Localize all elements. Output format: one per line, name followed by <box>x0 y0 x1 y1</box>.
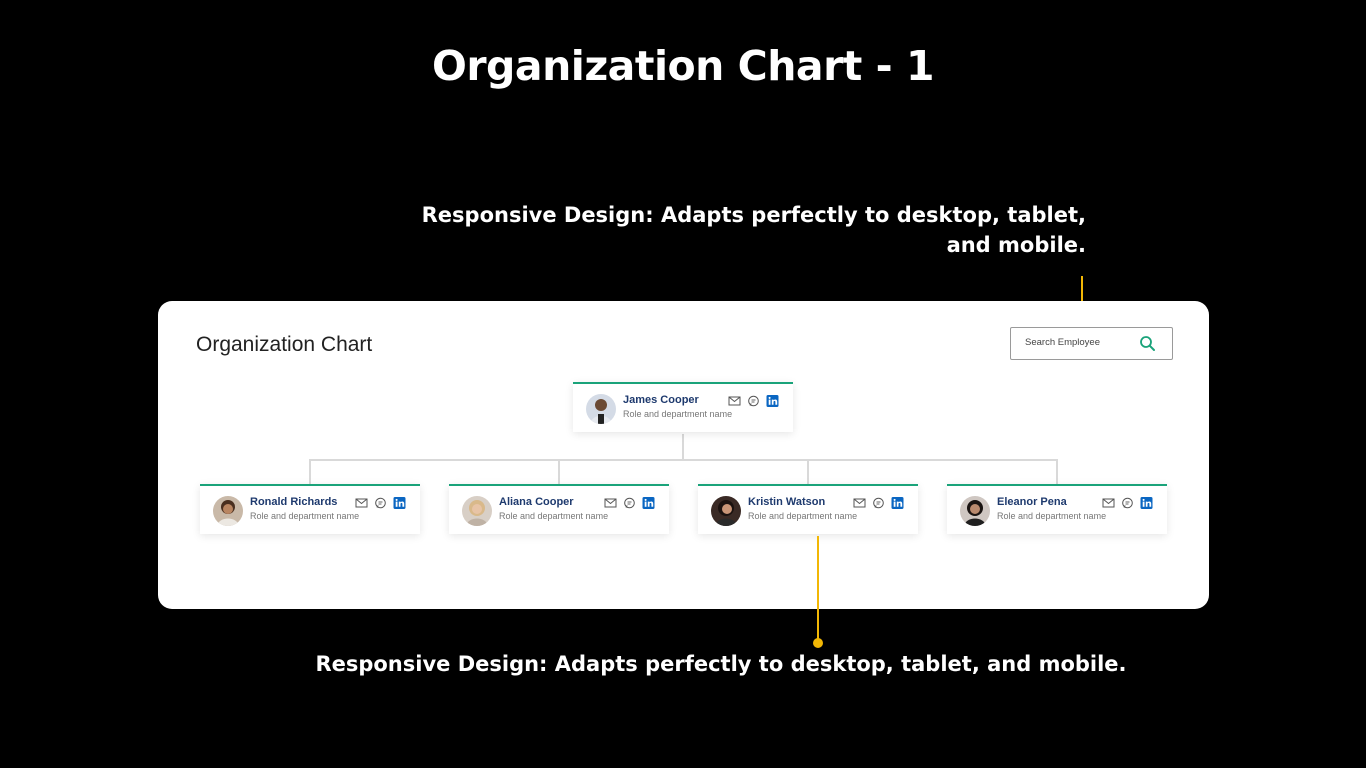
employee-card[interactable]: Kristin Watson Role and department name <box>698 484 918 534</box>
linkedin-icon[interactable] <box>642 496 655 509</box>
employee-card[interactable]: Aliana Cooper Role and department name <box>449 484 669 534</box>
connector-horizontal <box>309 459 1058 461</box>
contact-icons <box>355 496 406 509</box>
connector-report-4 <box>1056 459 1058 485</box>
linkedin-icon[interactable] <box>1140 496 1153 509</box>
avatar <box>711 496 741 526</box>
chat-icon[interactable] <box>1121 496 1134 509</box>
employee-name[interactable]: Eleanor Pena <box>997 496 1067 508</box>
mail-icon[interactable] <box>355 496 368 508</box>
chat-icon[interactable] <box>872 496 885 509</box>
avatar <box>960 496 990 526</box>
contact-icons <box>1102 496 1153 509</box>
contact-icons <box>728 394 779 407</box>
mail-icon[interactable] <box>728 394 741 406</box>
employee-name[interactable]: James Cooper <box>623 394 699 406</box>
mail-icon[interactable] <box>604 496 617 508</box>
linkedin-icon[interactable] <box>393 496 406 509</box>
employee-card-root[interactable]: James Cooper Role and department name <box>573 382 793 432</box>
connector-report-3 <box>807 459 809 485</box>
chat-icon[interactable] <box>374 496 387 509</box>
chat-icon[interactable] <box>747 394 760 407</box>
callout-top: Responsive Design: Adapts perfectly to d… <box>421 203 1086 257</box>
search-box <box>1010 327 1173 360</box>
callout-bottom: Responsive Design: Adapts perfectly to d… <box>315 652 1127 676</box>
chat-icon[interactable] <box>623 496 636 509</box>
avatar <box>213 496 243 526</box>
connector-root-down <box>682 434 684 460</box>
contact-icons <box>604 496 655 509</box>
callout-bottom-leader <box>817 536 819 640</box>
callout-bottom-dot <box>813 638 823 648</box>
mail-icon[interactable] <box>853 496 866 508</box>
panel-title: Organization Chart <box>196 333 373 356</box>
employee-card[interactable]: Ronald Richards Role and department name <box>200 484 420 534</box>
employee-name[interactable]: Aliana Cooper <box>499 496 574 508</box>
linkedin-icon[interactable] <box>891 496 904 509</box>
avatar <box>586 394 616 424</box>
employee-role: Role and department name <box>499 511 609 521</box>
employee-card[interactable]: Eleanor Pena Role and department name <box>947 484 1167 534</box>
employee-role: Role and department name <box>997 511 1107 521</box>
contact-icons <box>853 496 904 509</box>
org-chart-panel: Organization Chart James Cooper Role and… <box>158 301 1209 609</box>
slide-title: Organization Chart - 1 <box>431 42 935 90</box>
linkedin-icon[interactable] <box>766 394 779 407</box>
employee-role: Role and department name <box>748 511 858 521</box>
mail-icon[interactable] <box>1102 496 1115 508</box>
avatar <box>462 496 492 526</box>
connector-report-1 <box>309 459 311 485</box>
employee-role: Role and department name <box>623 409 733 419</box>
employee-name[interactable]: Ronald Richards <box>250 496 337 508</box>
connector-report-2 <box>558 459 560 485</box>
search-icon[interactable] <box>1137 334 1159 354</box>
search-input[interactable] <box>1025 337 1135 348</box>
employee-name[interactable]: Kristin Watson <box>748 496 825 508</box>
employee-role: Role and department name <box>250 511 360 521</box>
